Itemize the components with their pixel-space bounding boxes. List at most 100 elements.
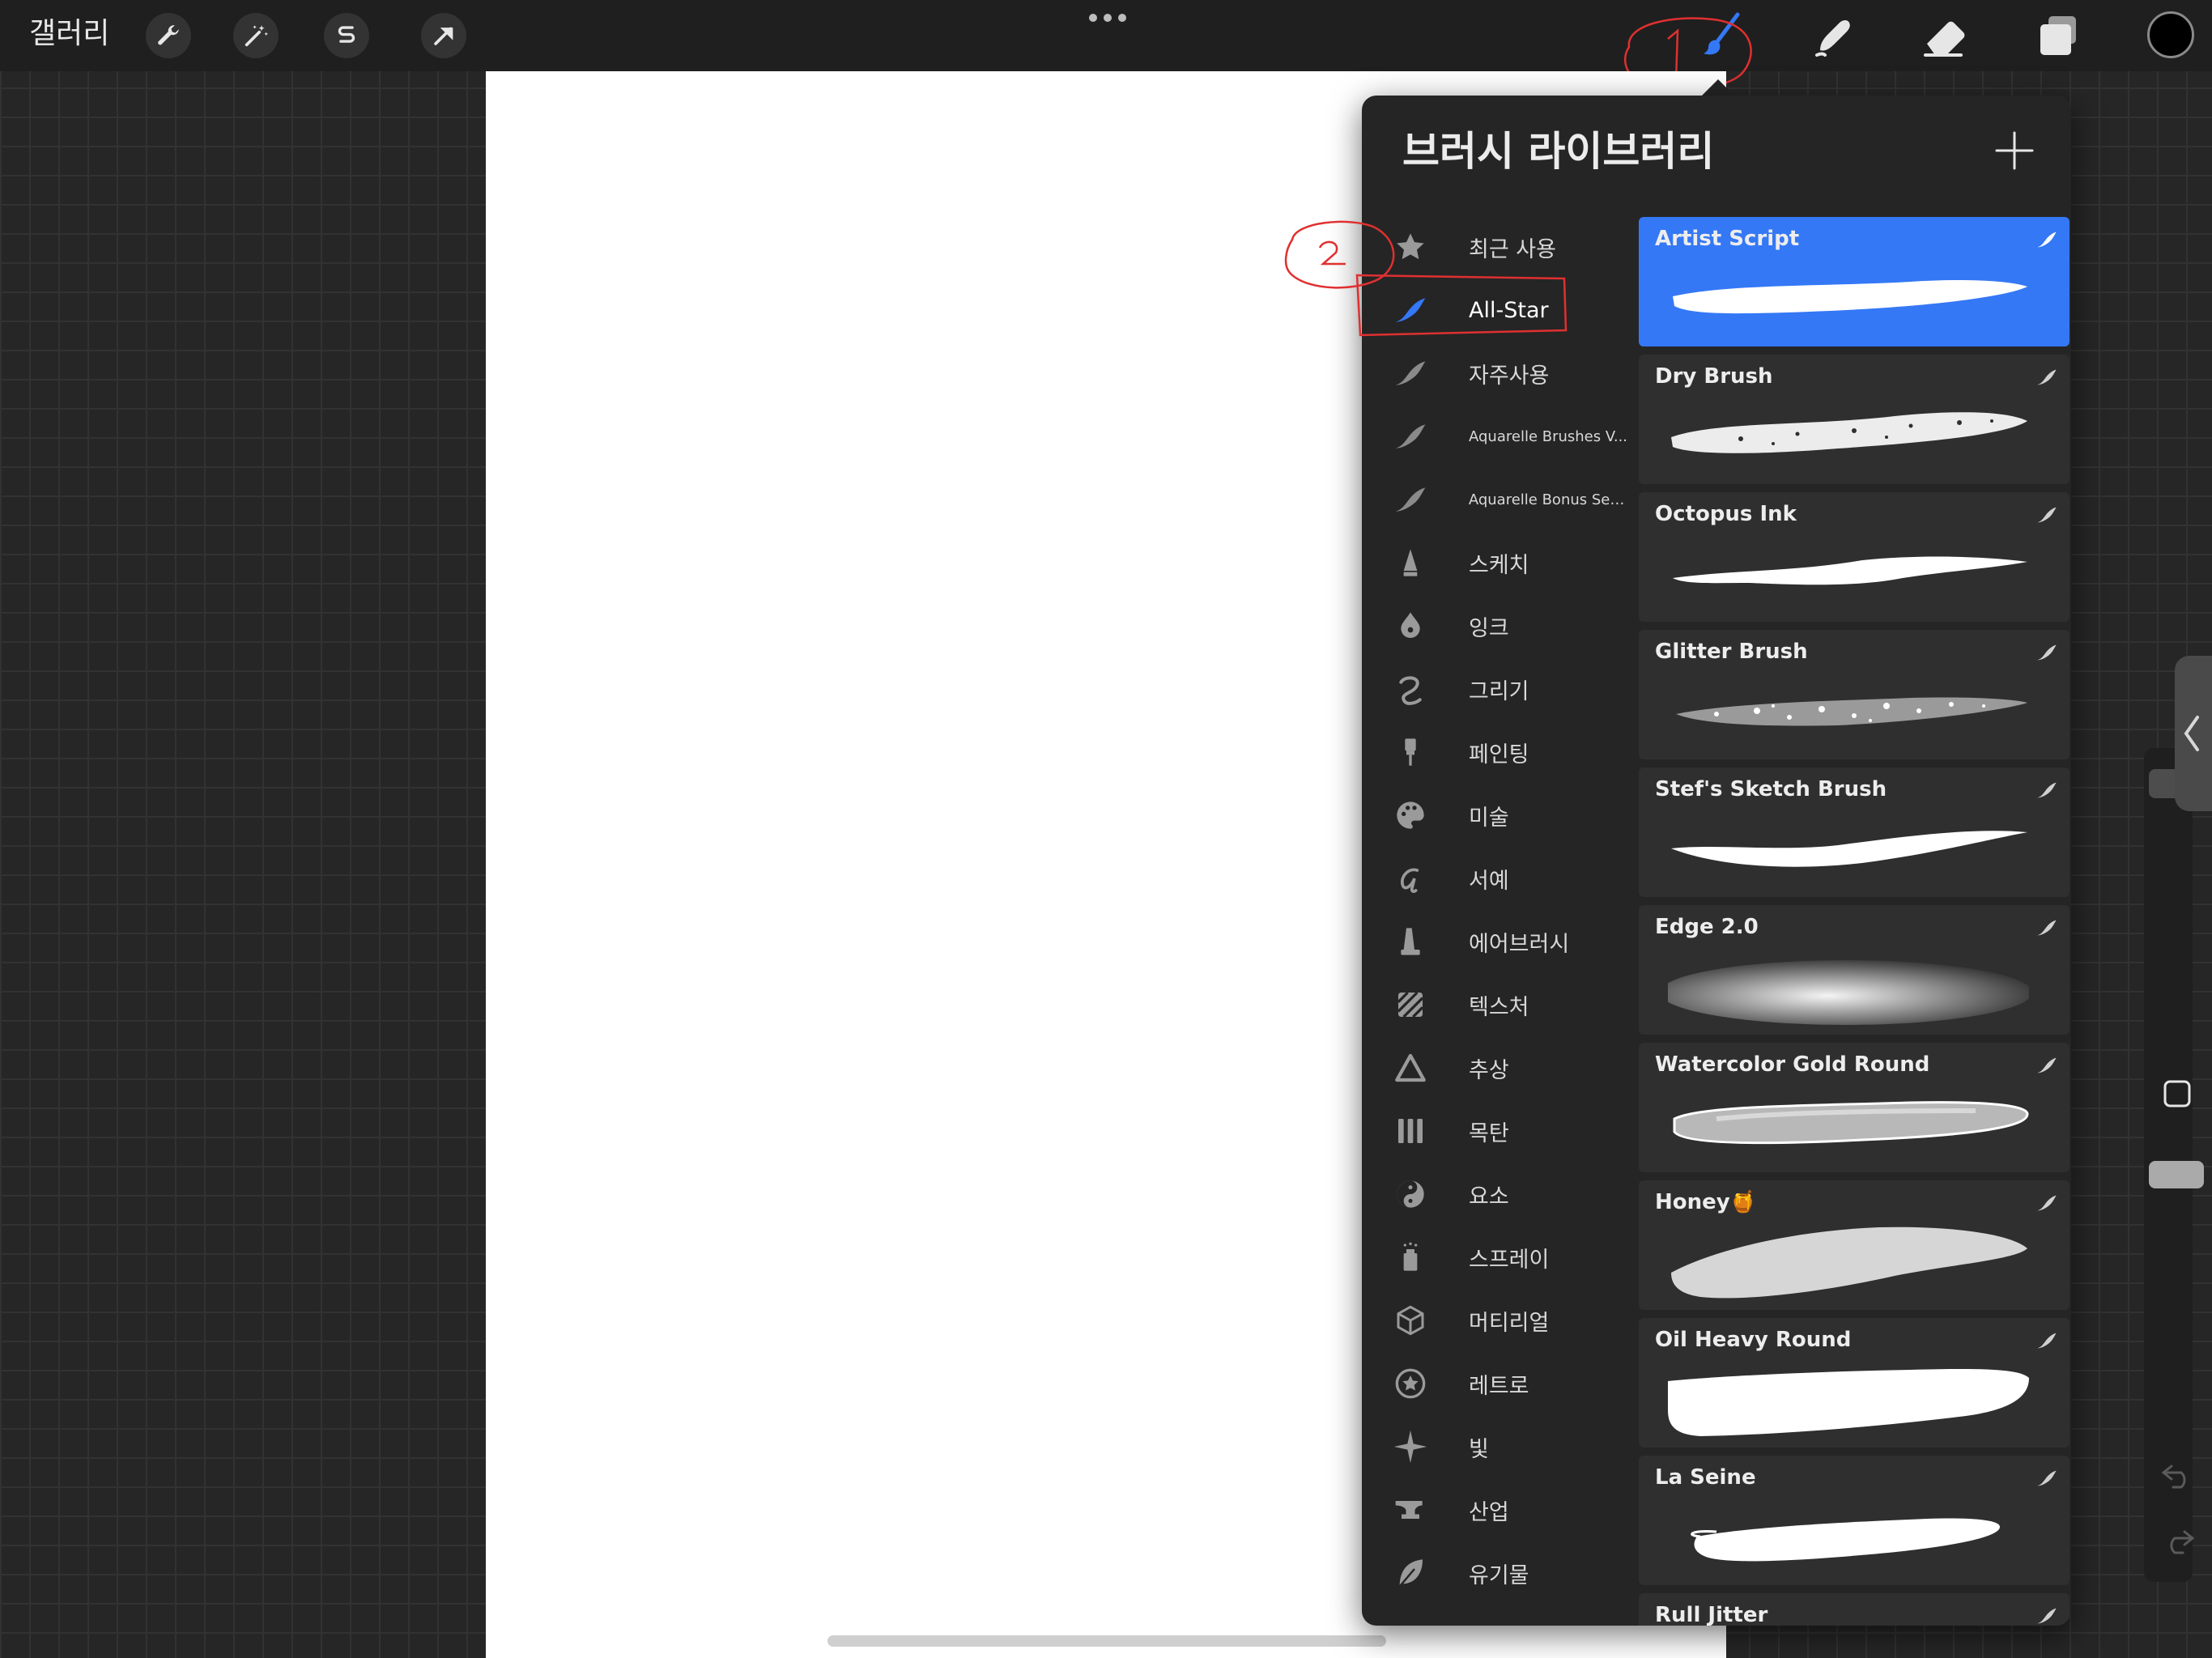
category-airbrush[interactable]: 에어브러시 [1362,910,1629,973]
category-label: 머티리얼 [1469,1310,1550,1336]
brush-item-edge-2[interactable]: Edge 2.0 [1639,905,2069,1035]
anvil-icon [1389,1489,1431,1531]
category-aquarelle-bonus[interactable]: Aquarelle Bonus Set... [1362,468,1629,531]
brush-stroke-icon [2037,369,2057,385]
category-label: 그리기 [1469,678,1529,704]
brush-stroke-icon [2037,782,2057,798]
sidebar-handle[interactable] [2175,656,2212,811]
category-sketch[interactable]: 스케치 [1362,531,1629,594]
category-spray[interactable]: 스프레이 [1362,1226,1629,1289]
category-ink[interactable]: 잉크 [1362,594,1629,657]
brush-preview [1673,280,2027,314]
add-brush-icon[interactable] [1993,130,2035,172]
brush-preview [1671,831,2027,867]
brush-name: Glitter Brush [1655,640,1808,664]
brush-item-stefs-sketch-brush[interactable]: Stef's Sketch Brush [1639,767,2069,897]
transform-arrow-icon[interactable] [421,13,466,58]
brush-stroke-icon [2037,507,2057,523]
smudge-icon[interactable] [1806,8,1861,63]
brush-stroke-icon [1389,478,1431,521]
category-light[interactable]: 빛 [1362,1415,1629,1478]
sparkle-icon [1389,1426,1431,1468]
water-icon [1389,1615,1431,1626]
panel-pointer [1700,79,1736,97]
category-organic[interactable]: 유기물 [1362,1541,1629,1605]
category-aquarelle-brushes[interactable]: Aquarelle Brushes V... [1362,405,1629,468]
category-abstract[interactable]: 추상 [1362,1036,1629,1099]
brush-item-oil-heavy-round[interactable]: Oil Heavy Round [1639,1318,2069,1448]
magic-wand-icon[interactable] [233,13,279,58]
wrench-icon[interactable] [146,13,191,58]
category-label: 산업 [1469,1499,1509,1525]
brush-item-glitter-brush[interactable]: Glitter Brush [1639,630,2069,759]
brush-name: Rull Jitter [1655,1603,1768,1626]
leaf-icon [1389,1552,1431,1594]
category-label: 서예 [1469,868,1509,894]
brush-stroke-icon [2037,1470,2057,1486]
brush-preview [1676,697,2027,726]
pencil-icon [1389,542,1431,584]
color-picker-button[interactable] [2147,11,2194,58]
category-water[interactable]: 물 [1362,1605,1629,1626]
brush-item-la-seine[interactable]: La Seine [1639,1456,2069,1585]
category-label: 요소 [1469,1184,1509,1209]
category-calligraphy[interactable]: 서예 [1362,847,1629,910]
brush-preview [1673,1101,2029,1145]
category-art[interactable]: 미술 [1362,784,1629,847]
category-charcoal[interactable]: 목탄 [1362,1099,1629,1163]
category-label: 텍스처 [1469,994,1529,1020]
opacity-slider[interactable] [2149,1161,2204,1188]
brush-list: Artist Script Dry Brush Octopus Ink Glit… [1639,217,2069,1626]
category-painting[interactable]: 페인팅 [1362,721,1629,784]
category-frequent[interactable]: 자주사용 [1362,342,1629,405]
category-label: Aquarelle Brushes V... [1469,427,1628,445]
category-texture[interactable]: 텍스처 [1362,973,1629,1036]
modify-square-icon[interactable] [2163,1079,2192,1108]
selection-icon[interactable] [324,13,369,58]
panel-title: 브러시 라이브러리 [1402,128,1715,175]
calligraphy-icon [1389,857,1431,899]
layers-icon[interactable] [2031,8,2086,63]
brush-item-honey[interactable]: Honey🍯 [1639,1180,2069,1310]
canvas-scroll-indicator [827,1635,1386,1647]
category-drawing[interactable]: 그리기 [1362,657,1629,721]
category-label: 스프레이 [1469,1247,1550,1273]
retro-star-icon [1389,1363,1431,1405]
brush-stroke-icon [2037,1195,2057,1211]
brush-preview [1673,556,2027,585]
gallery-button[interactable]: 갤러리 [29,11,109,57]
brush-name: Watercolor Gold Round [1655,1052,1930,1077]
brush-preview [1668,1369,2029,1436]
top-toolbar: 갤러리 [0,0,2212,71]
brush-item-artist-script[interactable]: Artist Script [1639,217,2069,346]
charcoal-icon [1389,1110,1431,1152]
brush-item-watercolor-gold-round[interactable]: Watercolor Gold Round [1639,1043,2069,1172]
brush-item-rull-jitter[interactable]: Rull Jitter [1639,1593,2069,1626]
brush-name: Octopus Ink [1655,502,1797,526]
brush-preview [1671,1226,2027,1299]
category-label: 레트로 [1469,1373,1529,1399]
brush-preview [1671,412,2027,453]
brush-item-dry-brush[interactable]: Dry Brush [1639,355,2069,484]
brush-item-octopus-ink[interactable]: Octopus Ink [1639,492,2069,622]
eraser-icon[interactable] [1917,8,1972,63]
category-industrial[interactable]: 산업 [1362,1478,1629,1541]
brush-name: Honey🍯 [1655,1190,1757,1214]
category-material[interactable]: 머티리얼 [1362,1289,1629,1352]
undo-icon[interactable] [2160,1461,2196,1490]
triangle-icon [1389,1047,1431,1089]
brush-stroke-icon [1389,352,1431,394]
category-label: 추상 [1469,1057,1509,1083]
brush-stroke-icon [2037,920,2057,936]
category-label: 에어브러시 [1469,931,1570,957]
annotation-highlight-box [1355,274,1568,337]
redo-icon[interactable] [2160,1527,2196,1556]
category-label: 빛 [1469,1436,1489,1462]
category-label: 유기물 [1469,1562,1529,1588]
category-retro[interactable]: 레트로 [1362,1352,1629,1415]
category-label: 잉크 [1469,615,1509,641]
texture-icon [1389,984,1431,1026]
category-elements[interactable]: 요소 [1362,1163,1629,1226]
yin-yang-icon [1389,1173,1431,1215]
more-options-icon[interactable] [1087,8,1129,28]
